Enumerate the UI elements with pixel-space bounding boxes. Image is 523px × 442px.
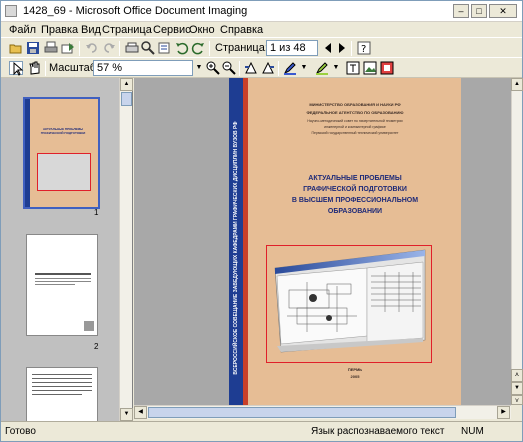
- scroll-up-icon[interactable]: ▲: [120, 78, 133, 91]
- status-ready: Готово: [5, 426, 36, 437]
- rotate-right-icon[interactable]: [191, 41, 205, 55]
- thumbnail-spine: [25, 99, 30, 207]
- spine-text: ВСЕРОССИЙСКОЕ СОВЕЩАНИЕ ЗАВЕДУЮЩИХ КАФЕД…: [233, 121, 239, 375]
- scan-icon[interactable]: [125, 41, 139, 55]
- doc-page-down-icon[interactable]: ⋎: [511, 395, 523, 405]
- pen-dropdown-arrow-icon[interactable]: ▼: [299, 60, 309, 76]
- menu-window[interactable]: Окно: [189, 24, 215, 36]
- thumbnail-page-2[interactable]: [26, 234, 98, 336]
- cover-title-line-1: АКТУАЛЬНЫЕ ПРОБЛЕМЫ: [308, 175, 402, 182]
- ministry-line-3: Научно-методический совет по начертатель…: [307, 119, 403, 123]
- cover-red-stripe: [243, 78, 248, 405]
- cover-city: ПЕРМЬ: [347, 367, 363, 372]
- doc-scroll-right-icon[interactable]: ▶: [497, 406, 510, 419]
- rotate-page-right-icon[interactable]: [261, 61, 275, 75]
- image-selection-box[interactable]: [266, 245, 432, 363]
- ministry-line-4: инженерной и компьютерной графике: [324, 125, 386, 129]
- annotation-icon[interactable]: [380, 61, 394, 75]
- status-ocr-language: Язык распознаваемого текст: [311, 426, 445, 437]
- thumbnail-1-image: [37, 153, 91, 191]
- thumbnail-2-number: 2: [94, 342, 99, 351]
- help-icon[interactable]: ?: [357, 41, 371, 55]
- menu-edit[interactable]: Правка: [41, 24, 78, 36]
- page-number-field[interactable]: 1 из 48: [266, 40, 318, 56]
- thumbnail-1-number: 1: [94, 208, 99, 217]
- scroll-down-icon[interactable]: ▼: [120, 408, 133, 421]
- zoom-field[interactable]: 57 %: [93, 60, 193, 76]
- doc-scroll-left-icon[interactable]: ◀: [134, 406, 147, 419]
- menu-page[interactable]: Страница: [102, 24, 152, 36]
- save-icon[interactable]: [26, 41, 40, 55]
- menu-tools[interactable]: Сервис: [153, 24, 191, 36]
- ocr-icon[interactable]: [141, 41, 155, 55]
- window-title: 1428_69 - Microsoft Office Document Imag…: [23, 5, 248, 17]
- zoom-label: Масштаб:: [49, 62, 100, 74]
- menu-file[interactable]: Файл: [9, 24, 36, 36]
- doc-page-up-icon[interactable]: ⋏: [511, 369, 523, 382]
- pen-icon[interactable]: [283, 61, 297, 75]
- page-label: Страница:: [215, 42, 268, 54]
- ministry-line-5: Пермский государственный технический уни…: [311, 131, 399, 135]
- document-vertical-scrollbar[interactable]: ▲ ⋏ ▼ ⋎: [511, 78, 523, 405]
- ministry-line-1: МИНИСТЕРСТВО ОБРАЗОВАНИЯ И НАУКИ РФ: [309, 102, 401, 107]
- send-to-word-icon[interactable]: [158, 41, 172, 55]
- menu-help[interactable]: Справка: [220, 24, 263, 36]
- next-page-icon[interactable]: [335, 41, 349, 55]
- document-page: ВСЕРОССИЙСКОЕ СОВЕЩАНИЕ ЗАВЕДУЮЩИХ КАФЕД…: [229, 78, 461, 405]
- thumbnail-page-3[interactable]: [26, 367, 98, 425]
- menu-bar: Файл Правка Вид Страница Сервис Окно Спр…: [1, 22, 522, 38]
- undo-icon[interactable]: [85, 41, 99, 55]
- open-icon[interactable]: [9, 41, 23, 55]
- cover-title-line-3: В ВЫСШЕМ ПРОФЕССИОНАЛЬНОМ: [291, 197, 419, 204]
- picture-icon[interactable]: [363, 61, 377, 75]
- zoom-dropdown-arrow-icon[interactable]: ▼: [194, 60, 204, 76]
- zoom-in-icon[interactable]: [206, 61, 220, 75]
- standard-toolbar: Страница: 1 из 48 ?: [1, 37, 522, 58]
- print-icon[interactable]: [44, 41, 58, 55]
- thumbnail-1-title: АКТУАЛЬНЫЕ ПРОБЛЕМЫ ГРАФИЧЕСКОЙ ПОДГОТОВ…: [40, 127, 86, 135]
- zoom-out-icon[interactable]: [222, 61, 236, 75]
- cover-title-line-2: ГРАФИЧЕСКОЙ ПОДГОТОВКИ: [303, 186, 407, 193]
- view-toolbar: Масштаб: 57 % ▼ ▼ ▼: [1, 57, 522, 78]
- previous-page-icon[interactable]: [321, 41, 335, 55]
- horizontal-scrollbar-thumb[interactable]: [148, 407, 456, 418]
- redo-icon[interactable]: [102, 41, 116, 55]
- select-pointer-icon[interactable]: [9, 61, 24, 76]
- document-view: ВСЕРОССИЙСКОЕ СОВЕЩАНИЕ ЗАВЕДУЮЩИХ КАФЕД…: [134, 78, 511, 405]
- doc-scroll-up-icon[interactable]: ▲: [511, 78, 523, 91]
- text-box-icon[interactable]: [346, 61, 360, 75]
- scrollbar-thumb[interactable]: [121, 92, 132, 106]
- thumbnail-page-1[interactable]: АКТУАЛЬНЫЕ ПРОБЛЕМЫ ГРАФИЧЕСКОЙ ПОДГОТОВ…: [23, 97, 100, 209]
- thumbnail-scrollbar[interactable]: ▲ ▼: [119, 78, 133, 422]
- rotate-left-icon[interactable]: [175, 41, 189, 55]
- cover-title-line-4: ОБРАЗОВАНИИ: [327, 208, 383, 215]
- cover-year: 2005: [350, 374, 360, 379]
- svg-text:?: ?: [361, 44, 366, 55]
- app-icon: [5, 5, 17, 17]
- highlighter-dropdown-arrow-icon[interactable]: ▼: [331, 60, 341, 76]
- ministry-line-2: ФЕДЕРАЛЬНОЕ АГЕНТСТВО ПО ОБРАЗОВАНИЮ: [306, 110, 404, 115]
- app-window: 1428_69 - Microsoft Office Document Imag…: [0, 0, 523, 442]
- send-icon[interactable]: [61, 41, 75, 55]
- minimize-button[interactable]: –: [453, 4, 469, 18]
- close-button[interactable]: ✕: [489, 4, 517, 18]
- highlighter-icon[interactable]: [315, 61, 329, 75]
- rotate-page-left-icon[interactable]: [244, 61, 258, 75]
- thumbnail-pane: АКТУАЛЬНЫЕ ПРОБЛЕМЫ ГРАФИЧЕСКОЙ ПОДГОТОВ…: [1, 78, 133, 425]
- maximize-button[interactable]: □: [471, 4, 487, 18]
- doc-scroll-down-icon[interactable]: ▼: [511, 382, 523, 395]
- status-num-lock: NUM: [461, 426, 484, 437]
- cad-screenshot-image: [274, 249, 426, 353]
- document-horizontal-scrollbar[interactable]: ◀ ▶: [134, 405, 511, 419]
- menu-view[interactable]: Вид: [81, 24, 101, 36]
- title-bar: 1428_69 - Microsoft Office Document Imag…: [1, 1, 522, 22]
- status-bar: Готово Язык распознаваемого текст NUM: [1, 421, 522, 441]
- pan-hand-icon[interactable]: [27, 61, 41, 75]
